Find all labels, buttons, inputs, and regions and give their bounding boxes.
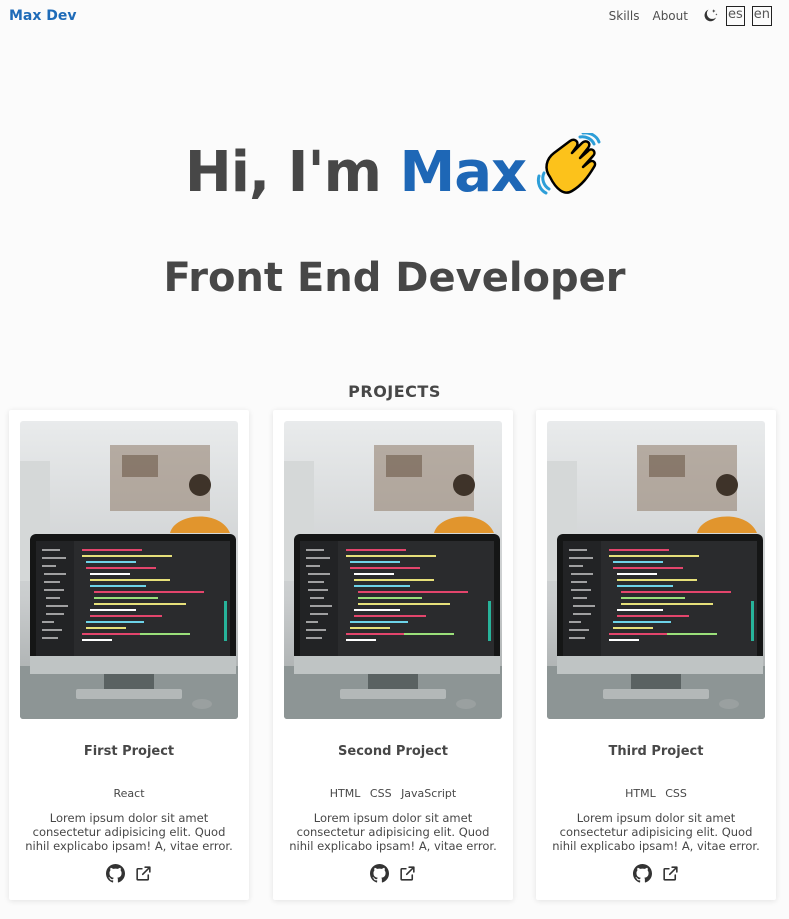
external-link-icon[interactable] bbox=[398, 864, 417, 883]
nav-link-about[interactable]: About bbox=[652, 6, 687, 26]
project-title: First Project bbox=[83, 744, 175, 759]
project-screenshot bbox=[284, 421, 502, 719]
tag: JavaScript bbox=[401, 787, 457, 800]
project-card-third: Third Project HTML CSS Lorem ipsum dolor… bbox=[536, 410, 776, 900]
project-screenshot bbox=[547, 421, 765, 719]
hero-title: Hi, I'm Max bbox=[0, 133, 789, 205]
tag: HTML bbox=[329, 787, 361, 800]
project-title: Second Project bbox=[338, 744, 448, 759]
github-icon[interactable] bbox=[632, 864, 652, 883]
external-link-icon[interactable] bbox=[134, 864, 153, 883]
tag: React bbox=[113, 787, 145, 800]
site-header: Max Dev Skills About es en bbox=[0, 0, 789, 34]
project-description: Lorem ipsum dolor sit amet consectetur a… bbox=[289, 811, 497, 853]
project-tags: React bbox=[9, 787, 249, 800]
github-icon[interactable] bbox=[369, 864, 389, 883]
project-description: Lorem ipsum dolor sit amet consectetur a… bbox=[552, 811, 760, 853]
brand-logo[interactable]: Max Dev bbox=[9, 8, 77, 24]
nav-link-skills[interactable]: Skills bbox=[609, 6, 640, 26]
project-title: Third Project bbox=[608, 744, 704, 759]
tag: CSS bbox=[369, 787, 392, 800]
tag: CSS bbox=[665, 787, 687, 800]
external-link-icon[interactable] bbox=[661, 864, 680, 883]
project-description: Lorem ipsum dolor sit amet consectetur a… bbox=[25, 811, 233, 853]
project-card-first: First Project React Lorem ipsum dolor si… bbox=[9, 410, 249, 900]
github-icon[interactable] bbox=[105, 864, 125, 883]
hero-role: Front End Developer bbox=[163, 255, 626, 301]
hero-name: Max bbox=[399, 140, 528, 205]
project-links bbox=[273, 864, 513, 883]
project-tags: HTML CSS JavaScript bbox=[273, 787, 513, 800]
moon-stars-icon[interactable] bbox=[701, 7, 719, 25]
projects-section-title: PROJECTS bbox=[348, 382, 441, 401]
waving-hand-icon bbox=[537, 133, 601, 195]
project-card-second: Second Project HTML CSS JavaScript Lorem… bbox=[273, 410, 513, 900]
language-en-button[interactable]: en bbox=[751, 6, 772, 26]
language-es-button[interactable]: es bbox=[725, 6, 745, 26]
project-links bbox=[536, 864, 776, 883]
tag: HTML bbox=[625, 787, 656, 800]
hero-greeting: Hi, I'm bbox=[184, 140, 400, 205]
project-screenshot bbox=[20, 421, 238, 719]
project-links bbox=[9, 864, 249, 883]
top-nav: Skills About es en bbox=[609, 6, 772, 26]
project-tags: HTML CSS bbox=[536, 787, 776, 800]
